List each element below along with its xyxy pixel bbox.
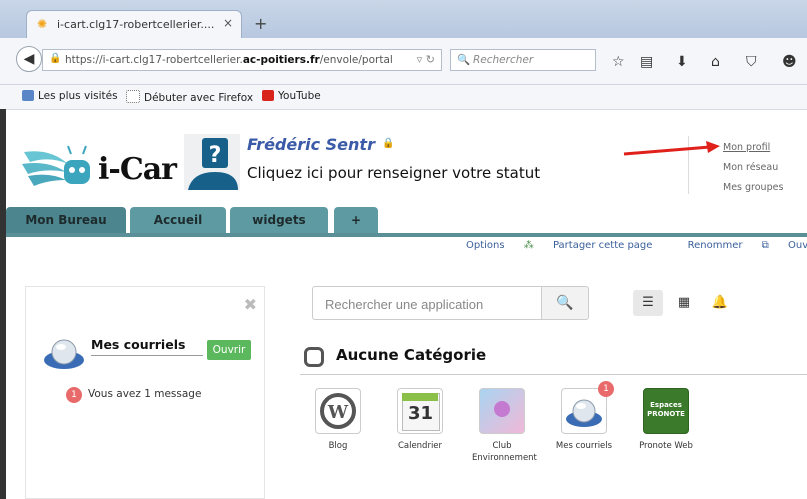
shield-icon[interactable]: ⛉ bbox=[746, 54, 757, 70]
app-label: Club Environnement bbox=[472, 441, 537, 463]
browser-tab-title: i-cart.clg17-robertcellerier.... bbox=[57, 18, 215, 31]
app-label: Calendrier bbox=[397, 441, 443, 451]
open-site-link[interactable]: ⧉ Ouvrir le si bbox=[762, 240, 807, 251]
bell-icon[interactable]: 🔔 bbox=[705, 290, 735, 316]
page-tabs: Mon Bureau Accueil widgets + bbox=[6, 201, 807, 237]
message-count-text[interactable]: Vous avez 1 message bbox=[88, 388, 201, 400]
calendar-icon: 31 bbox=[397, 388, 443, 434]
app-pronote-web[interactable]: Espaces PRONOTE Pronote Web bbox=[636, 388, 696, 452]
widget-title: Mes courriels bbox=[91, 337, 186, 352]
status-prompt[interactable]: Cliquez ici pour renseigner votre statut bbox=[247, 164, 540, 182]
list-view-icon[interactable]: ☰ bbox=[633, 290, 663, 316]
mail-bubble-icon: 1 bbox=[561, 381, 614, 434]
divider bbox=[91, 355, 203, 356]
calendar-day: 31 bbox=[408, 403, 434, 424]
app-blog[interactable]: W Blog bbox=[308, 388, 368, 452]
search-icon: 🔍 bbox=[457, 54, 471, 66]
app-club-environnement[interactable]: Club Environnement bbox=[472, 388, 537, 464]
open-mail-button[interactable]: Ouvrir bbox=[207, 340, 251, 360]
app-search-field[interactable] bbox=[312, 286, 542, 320]
share-icon: ⁂ bbox=[523, 240, 537, 251]
app-label: Blog bbox=[328, 441, 348, 451]
browser-tab[interactable]: ✺ i-cart.clg17-robertcellerier.... × bbox=[26, 10, 242, 38]
tab-widgets[interactable]: widgets bbox=[230, 207, 328, 233]
flower-icon bbox=[479, 388, 525, 434]
chat-icon[interactable]: ☻ bbox=[782, 54, 797, 70]
mail-bubble-icon bbox=[44, 339, 84, 369]
reading-list-icon[interactable]: ▤ bbox=[640, 54, 653, 70]
window-edge bbox=[0, 109, 6, 499]
lock-icon: 🔒 bbox=[49, 53, 62, 64]
app-mes-courriels[interactable]: 1 Mes courriels bbox=[554, 381, 614, 452]
pronote-icon: Espaces PRONOTE bbox=[643, 388, 689, 434]
my-profile-link[interactable]: Mon profil bbox=[723, 142, 770, 153]
bookmark-youtube[interactable]: YouTube bbox=[262, 90, 321, 102]
logo-text: i-Car bbox=[98, 152, 177, 187]
search-icon: 🔍 bbox=[556, 295, 574, 311]
arrow-left-icon: ◀ bbox=[23, 51, 35, 67]
close-tab-icon[interactable]: × bbox=[223, 16, 233, 30]
url-bar[interactable]: 🔒 https://i-cart.clg17-robertcellerier.a… bbox=[42, 49, 442, 71]
page-actions: Options ⁂ Partager cette page Renommer ⧉… bbox=[466, 240, 807, 251]
svg-text:?: ? bbox=[209, 143, 222, 168]
external-link-icon: ⧉ bbox=[761, 240, 772, 251]
download-icon[interactable]: ⬇ bbox=[676, 54, 688, 70]
page-icon bbox=[126, 90, 140, 103]
app-search-input[interactable] bbox=[323, 288, 537, 320]
message-count-badge: 1 bbox=[66, 387, 82, 403]
app-label: Mes courriels bbox=[555, 441, 613, 451]
notification-badge: 1 bbox=[598, 381, 614, 397]
star-icon[interactable]: ☆ bbox=[612, 54, 625, 70]
category-checkbox-icon[interactable] bbox=[304, 347, 324, 367]
rename-link[interactable]: Renommer bbox=[688, 240, 743, 251]
app-calendrier[interactable]: 31 Calendrier bbox=[390, 388, 450, 452]
lock-small-icon: 🔒 bbox=[382, 138, 395, 149]
share-page-link[interactable]: ⁂ Partager cette page bbox=[524, 240, 669, 251]
browser-search-input[interactable]: 🔍 Rechercher bbox=[450, 49, 596, 71]
sun-favicon-icon: ✺ bbox=[37, 17, 48, 31]
options-link[interactable]: Options bbox=[466, 240, 505, 251]
my-network-link[interactable]: Mon réseau bbox=[723, 162, 778, 173]
grid-view-icon[interactable]: ▦ bbox=[669, 290, 699, 316]
bookmarks-bar: Les plus visités Débuter avec Firefox Yo… bbox=[0, 85, 807, 110]
pronote-logo-text: Espaces PRONOTE bbox=[647, 401, 685, 418]
category-title: Aucune Catégorie bbox=[336, 346, 487, 364]
app-label: Pronote Web bbox=[639, 441, 693, 451]
wordpress-icon: W bbox=[315, 388, 361, 434]
bookmark-getting-started[interactable]: Débuter avec Firefox bbox=[126, 90, 253, 104]
new-tab-button[interactable]: + bbox=[254, 14, 267, 33]
bookmark-folder-icon bbox=[22, 90, 34, 101]
reload-icon[interactable]: ▿ ↻ bbox=[417, 53, 435, 66]
home-icon[interactable]: ⌂ bbox=[711, 54, 720, 70]
avatar[interactable]: ? bbox=[184, 134, 240, 190]
youtube-icon bbox=[262, 90, 274, 101]
add-tab-button[interactable]: + bbox=[334, 207, 378, 233]
url-text: https://i-cart.clg17-robertcellerier.ac-… bbox=[65, 54, 393, 66]
red-arrow-annotation-icon bbox=[623, 141, 720, 156]
tab-mon-bureau[interactable]: Mon Bureau bbox=[6, 207, 126, 233]
back-button[interactable]: ◀ bbox=[16, 46, 42, 72]
user-name[interactable]: Frédéric Sentr bbox=[247, 135, 375, 154]
tab-accueil[interactable]: Accueil bbox=[130, 207, 226, 233]
app-search-button[interactable]: 🔍 bbox=[541, 286, 589, 320]
close-widget-icon[interactable]: ✖ bbox=[244, 295, 257, 314]
bookmark-most-visited[interactable]: Les plus visités bbox=[22, 90, 118, 102]
my-groups-link[interactable]: Mes groupes bbox=[723, 182, 783, 193]
svg-text:W: W bbox=[327, 402, 349, 423]
